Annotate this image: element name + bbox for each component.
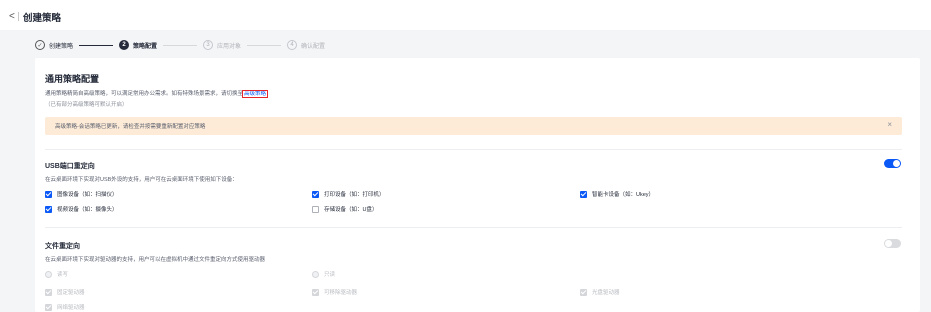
advanced-policy-link[interactable]: 高级策略 [242,90,269,98]
close-icon[interactable]: × [887,120,892,129]
checkbox-unchecked-icon[interactable] [312,205,319,213]
usb-option-label: 视频设备（如：摄像头） [57,207,118,213]
checkbox-checked-icon[interactable] [45,190,52,198]
file-option-removable[interactable]: 可移除驱动器 [312,288,357,296]
file-option-label: 网络驱动器 [57,305,85,311]
file-option-fixed[interactable]: 固定驱动器 [45,288,85,296]
step-1: ✓ 创建策略 [35,40,73,50]
usb-option-label: 存储设备（如：U盘） [324,207,378,213]
usb-option-label: 打印设备（如：打印机） [324,192,385,198]
title-separator [18,12,19,21]
file-option-label: 光盘驱动器 [592,290,620,296]
toggle-knob [885,240,892,247]
page-title: 创建策略 [23,13,62,24]
policy-update-alert: 高级策略-会话策略已更新，请检查并按需要重新配置对应策略 × [45,117,902,135]
usb-redirect-toggle[interactable] [884,159,901,168]
usb-option-image[interactable]: 图像设备（如：扫描仪） [45,190,118,198]
step-connector [79,44,114,46]
policy-config-card: 通用策略配置 通用策略精简自高级策略，可以满足常用办公需求。如有特殊场景需求，请… [35,58,920,312]
step-4-number: 4 [287,40,298,50]
file-mode-readonly[interactable]: 只读 [312,270,335,278]
checkbox-disabled-checked-icon[interactable] [312,288,319,296]
checkbox-disabled-checked-icon[interactable] [580,288,587,296]
divider [45,149,902,150]
general-policy-note: （已有部分高级策略可默认开启） [45,102,128,108]
file-mode-label: 读写 [57,272,69,278]
checkbox-checked-icon[interactable] [312,190,319,198]
checkbox-checked-icon[interactable] [580,190,587,198]
file-redirect-toggle[interactable] [884,239,901,248]
usb-option-print[interactable]: 打印设备（如：打印机） [312,190,385,198]
general-policy-desc-text: 通用策略精简自高级策略，可以满足常用办公需求。如有特殊场景需求，请切换至 [45,91,244,97]
divider [45,227,902,228]
usb-option-label: 图像设备（如：扫描仪） [57,192,118,198]
file-redirect-title: 文件重定向 [45,243,80,250]
usb-option-video[interactable]: 视频设备（如：摄像头） [45,205,118,213]
usb-option-smartcard[interactable]: 智能卡设备（如：Ukey） [580,190,654,198]
step-4-label: 确认配置 [301,43,326,50]
step-2-label: 策略配置 [133,43,158,50]
usb-redirect-title: USB端口重定向 [45,163,95,170]
usb-option-storage[interactable]: 存储设备（如：U盘） [312,205,377,213]
step-2-number: 2 [119,40,130,50]
step-1-check-icon: ✓ [35,40,45,50]
step-1-label: 创建策略 [49,43,74,50]
step-3: 3 应用对象 [203,40,241,50]
checkbox-checked-icon[interactable] [45,205,52,213]
toggle-knob [893,160,900,167]
file-option-optical[interactable]: 光盘驱动器 [580,288,620,296]
step-indicator: ✓ 创建策略 2 策略配置 3 应用对象 4 确认配置 [35,36,325,54]
step-3-number: 3 [203,40,214,50]
file-option-label: 固定驱动器 [57,290,85,296]
file-mode-readwrite[interactable]: 读写 [45,270,68,278]
step-connector [163,44,198,46]
checkbox-disabled-checked-icon[interactable] [45,303,52,311]
usb-option-label: 智能卡设备（如：Ukey） [592,192,655,198]
alert-text: 高级策略-会话策略已更新，请检查并按需要重新配置对应策略 [55,124,206,130]
radio-icon[interactable] [45,270,52,278]
file-option-label: 可移除驱动器 [324,290,358,296]
file-redirect-desc: 在云桌面环境下实现对驱动器的支持，用户可以在虚拟机中通过文件重定向方式使用驱动器 [45,257,266,263]
step-connector [247,44,282,46]
file-option-network[interactable]: 网络驱动器 [45,303,85,311]
general-policy-desc: 通用策略精简自高级策略，可以满足常用办公需求。如有特殊场景需求，请切换至高级策略 [45,89,269,98]
checkbox-disabled-checked-icon[interactable] [45,288,52,296]
general-policy-title: 通用策略配置 [45,74,100,84]
step-3-label: 应用对象 [217,43,242,50]
file-mode-label: 只读 [324,272,336,278]
top-bar: < 创建策略 [0,0,931,30]
step-4: 4 确认配置 [287,40,325,50]
usb-redirect-desc: 在云桌面环境下实现对USB外设的支持，用户可在云桌面环境下使用如下设备： [45,177,238,183]
back-arrow-icon[interactable]: < [9,11,15,22]
step-2: 2 策略配置 [119,40,157,50]
radio-icon[interactable] [312,270,319,278]
